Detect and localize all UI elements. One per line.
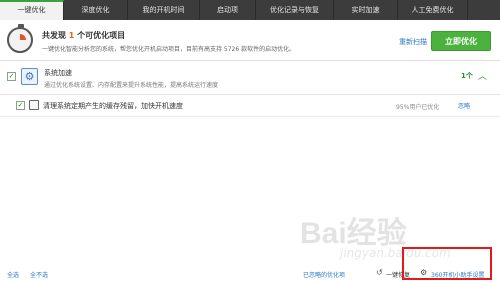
stopwatch-icon: [7, 24, 33, 53]
rescan-link[interactable]: 重新扫描: [399, 37, 427, 47]
group-title: 系统加速: [44, 69, 72, 77]
tab-manual-free-optimize[interactable]: 人工免费优化: [398, 0, 468, 20]
item-label: 清理系统定期产生的缓存残留，加快开机速度: [43, 102, 183, 110]
optimizable-count: 1: [68, 31, 75, 40]
tab-realtime-boost[interactable]: 实时加速: [334, 0, 398, 20]
tab-bar: 一键优化 深度优化 我的开机时间 启动项 优化记录与恢复 实时加速 人工免费优化: [0, 0, 500, 20]
tab-one-click-optimize[interactable]: 一键优化: [0, 0, 64, 20]
item-user-percentage: 95%用户已优化: [396, 104, 440, 111]
collapse-chevron-icon[interactable]: ︿: [478, 69, 487, 82]
select-none-link[interactable]: 全不选: [30, 270, 48, 279]
annotation-highlight-box: [402, 247, 492, 280]
group-item-count: 1个: [461, 72, 473, 80]
restore-icon: ↺: [376, 268, 383, 277]
group-system-acceleration: ✓ ⚙ 系统加速 通过优化系统设置、内存配置来提升系统性能，提高系统运行速度 1…: [0, 61, 500, 95]
ignore-link[interactable]: 忽略: [458, 101, 470, 110]
scan-summary-header: 共发现 1 个可优化项目 一键优化智能分析您的系统，帮您优化开机启动项目，目前有…: [0, 20, 500, 61]
summary-title: 共发现 1 个可优化项目: [42, 31, 126, 40]
group-checkbox[interactable]: ✓: [7, 72, 16, 81]
tab-startup-items[interactable]: 启动项: [200, 0, 256, 20]
tab-my-boot-time[interactable]: 我的开机时间: [128, 0, 200, 20]
summary-subtitle: 一键优化智能分析您的系统，帮您优化开机启动项目，目前有高支持 5726 款软件的…: [42, 46, 296, 53]
system-gear-icon: ⚙: [21, 68, 38, 85]
tab-deep-optimize[interactable]: 深度优化: [64, 0, 128, 20]
image-file-icon: [29, 100, 39, 110]
list-item: ✓ 清理系统定期产生的缓存残留，加快开机速度 95%用户已优化 忽略: [0, 95, 500, 117]
select-all-link[interactable]: 全选: [7, 270, 19, 279]
tab-records-restore[interactable]: 优化记录与恢复: [256, 0, 334, 20]
ignored-items-link[interactable]: 已忽略的优化项: [303, 270, 345, 279]
group-description: 通过优化系统设置、内存配置来提升系统性能，提高系统运行速度: [44, 82, 219, 89]
item-checkbox[interactable]: ✓: [16, 101, 25, 110]
optimize-now-button[interactable]: 立即优化: [431, 31, 491, 51]
